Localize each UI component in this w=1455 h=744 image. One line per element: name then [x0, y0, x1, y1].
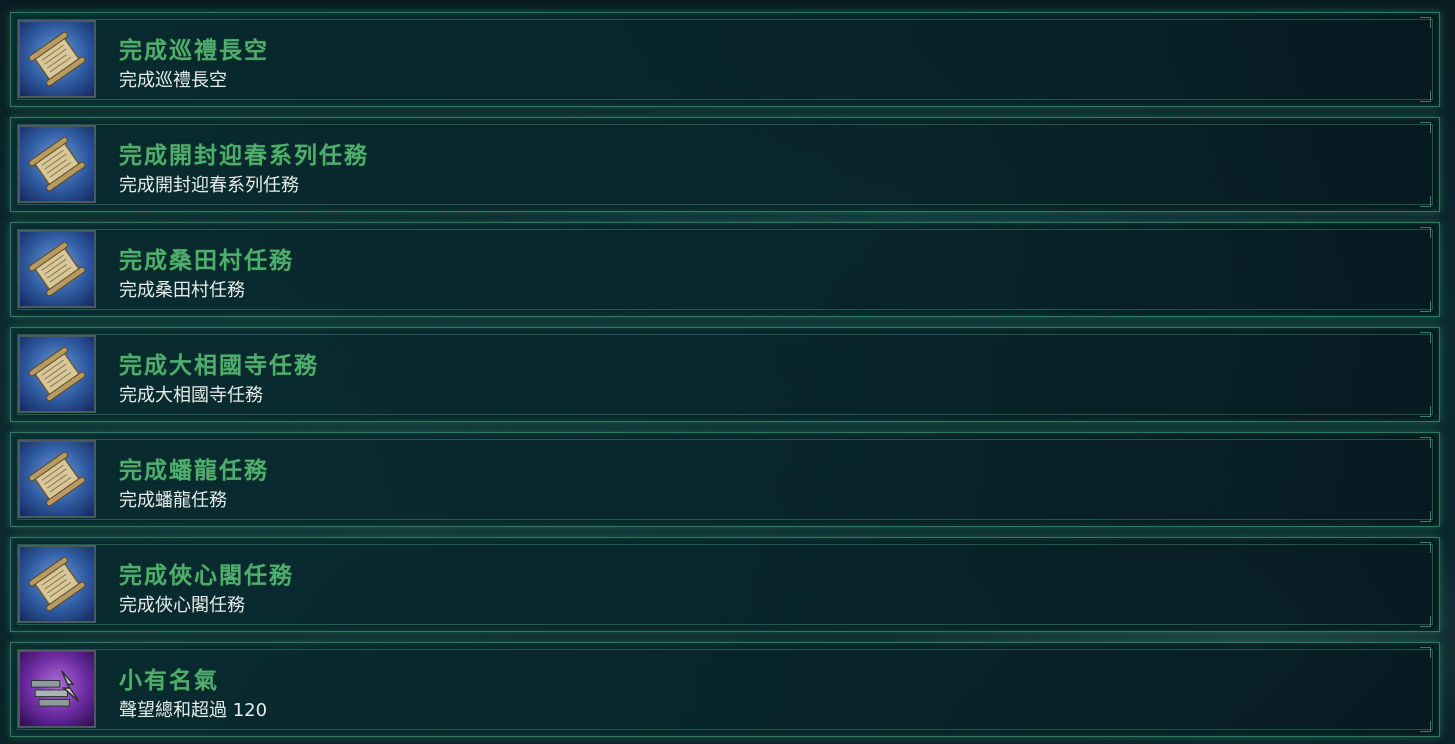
achievement-title: 完成桑田村任務 [119, 247, 294, 274]
achievement-title: 完成巡禮長空 [119, 37, 269, 64]
scroll-icon [18, 20, 96, 98]
corner-ornament [1420, 437, 1431, 448]
achievement-description: 聲望總和超過 120 [119, 700, 268, 721]
achievement-row[interactable]: 完成蟠龍任務 完成蟠龍任務 [10, 432, 1440, 527]
achievement-title: 完成蟠龍任務 [119, 457, 269, 484]
achievement-row[interactable]: 小有名氣 聲望總和超過 120 [10, 642, 1440, 737]
achievement-title: 完成開封迎春系列任務 [119, 142, 369, 169]
achievement-row[interactable]: 完成巡禮長空 完成巡禮長空 [10, 12, 1440, 107]
achievement-description: 完成大相國寺任務 [119, 385, 263, 406]
corner-ornament [1420, 332, 1431, 343]
achievement-row[interactable]: 完成桑田村任務 完成桑田村任務 [10, 222, 1440, 317]
corner-ornament [1420, 616, 1431, 627]
corner-ornament [1420, 511, 1431, 522]
scroll-icon [18, 335, 96, 413]
corner-ornament [1420, 227, 1431, 238]
achievement-list: 完成巡禮長空 完成巡禮長空 完成開封迎春系列任務 完成開封迎春系列任務 完成桑田… [10, 12, 1440, 744]
corner-ornament [1420, 721, 1431, 732]
achievement-title: 小有名氣 [119, 667, 219, 694]
scroll-icon [18, 545, 96, 623]
corner-ornament [1420, 122, 1431, 133]
achievement-description: 完成蟠龍任務 [119, 490, 227, 511]
achievement-title: 完成大相國寺任務 [119, 352, 319, 379]
achievement-row[interactable]: 完成大相國寺任務 完成大相國寺任務 [10, 327, 1440, 422]
corner-ornament [1420, 406, 1431, 417]
corner-ornament [1420, 196, 1431, 207]
scroll-icon [18, 125, 96, 203]
reputation-icon [18, 650, 96, 728]
achievement-row[interactable]: 完成開封迎春系列任務 完成開封迎春系列任務 [10, 117, 1440, 212]
achievement-row[interactable]: 完成俠心閣任務 完成俠心閣任務 [10, 537, 1440, 632]
achievement-description: 完成開封迎春系列任務 [119, 175, 299, 196]
achievement-description: 完成巡禮長空 [119, 70, 227, 91]
corner-ornament [1420, 17, 1431, 28]
corner-ornament [1420, 301, 1431, 312]
corner-ornament [1420, 647, 1431, 658]
corner-ornament [1420, 91, 1431, 102]
achievement-title: 完成俠心閣任務 [119, 562, 294, 589]
achievement-description: 完成俠心閣任務 [119, 595, 245, 616]
scroll-icon [18, 440, 96, 518]
achievement-description: 完成桑田村任務 [119, 280, 245, 301]
scroll-icon [18, 230, 96, 308]
corner-ornament [1420, 542, 1431, 553]
